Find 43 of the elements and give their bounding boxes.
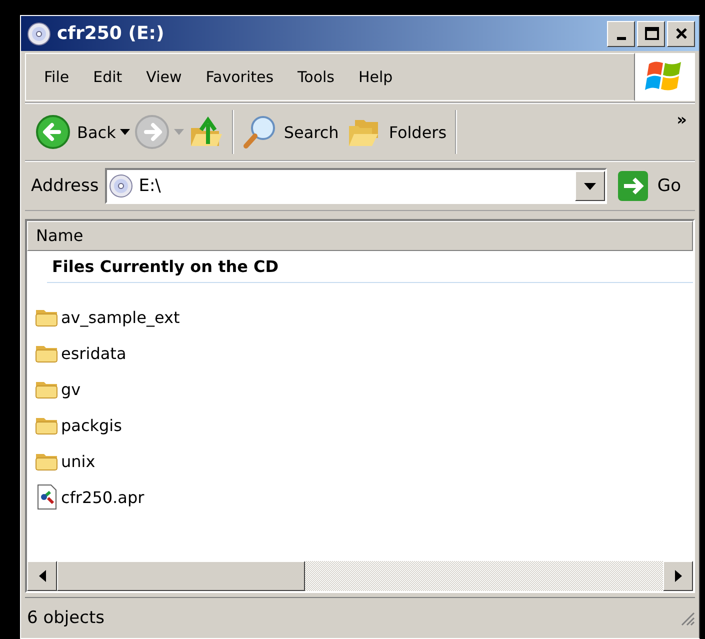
horizontal-scrollbar[interactable] [27, 561, 693, 591]
dropdown-button[interactable] [575, 171, 606, 201]
group-heading: Files Currently on the CD [47, 257, 693, 283]
window-title: cfr250 (E:) [57, 23, 166, 44]
address-field[interactable]: E:\ [104, 168, 608, 204]
dropdown-caret-icon[interactable] [120, 129, 130, 135]
folder-entry[interactable]: gv [35, 375, 81, 403]
search-button[interactable]: Search [238, 112, 343, 152]
left-arrow-icon [38, 570, 46, 582]
menu-item[interactable]: Help [346, 64, 405, 90]
address-label: Address [31, 176, 99, 196]
cd-icon [27, 22, 51, 46]
folder-entry[interactable]: esridata [35, 339, 126, 367]
menu-item[interactable]: Edit [81, 64, 134, 90]
folder-entry[interactable]: unix [35, 447, 96, 475]
cd-icon [108, 174, 133, 198]
menu-item[interactable]: Favorites [194, 64, 286, 90]
scroll-left-button[interactable] [27, 561, 57, 591]
menu-item[interactable]: File [32, 64, 82, 90]
go-button[interactable]: Go [613, 170, 695, 202]
maximize-icon [644, 26, 658, 41]
close-button[interactable] [667, 20, 695, 46]
status-text: 6 objects [26, 608, 104, 628]
minimize-button[interactable] [607, 20, 635, 46]
scroll-right-button[interactable] [663, 561, 693, 591]
document-entry[interactable]: cfr250.apr [35, 483, 144, 511]
close-icon [674, 26, 688, 41]
minimize-icon [616, 37, 626, 40]
toolbar-chevron[interactable]: » [676, 110, 687, 129]
maximize-button[interactable] [637, 20, 665, 46]
resize-grip-icon[interactable] [679, 610, 695, 626]
document-icon [35, 484, 59, 510]
menu-item[interactable]: Tools [286, 64, 346, 90]
right-arrow-icon [674, 570, 682, 582]
back-button[interactable]: Back [31, 112, 120, 152]
folder-entry[interactable]: av_sample_ext [35, 303, 180, 331]
column-header[interactable]: Name [27, 221, 693, 251]
caret-icon [584, 182, 596, 190]
scrollbar-thumb[interactable] [57, 561, 305, 591]
folder-entry[interactable]: packgis [35, 411, 122, 439]
search-icon [242, 114, 278, 150]
folders-button[interactable]: Folders [342, 112, 451, 152]
menu-item[interactable]: View [134, 64, 194, 90]
